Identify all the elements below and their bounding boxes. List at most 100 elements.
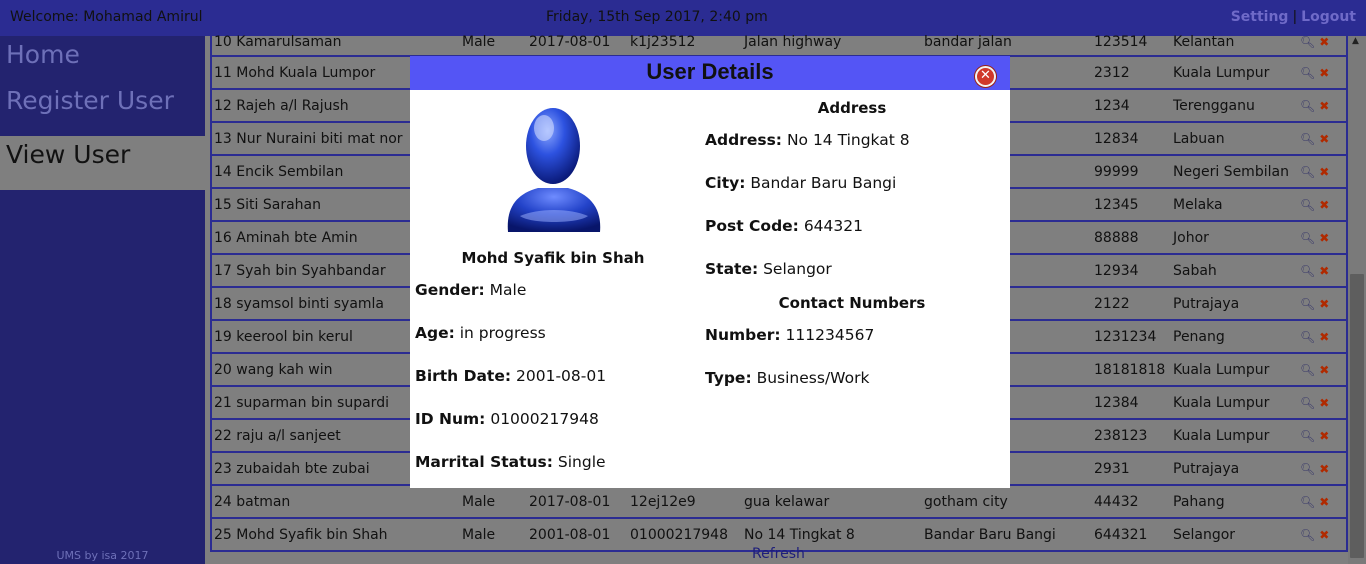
delete-icon[interactable]: ✖	[1319, 165, 1329, 179]
id-num-field: ID Num: 01000217948	[415, 410, 599, 428]
gender-label: Gender:	[415, 281, 485, 299]
row-actions: 🔍︎ ✖	[1300, 429, 1329, 443]
row-gender-cell: Male	[462, 34, 496, 50]
view-icon[interactable]: 🔍︎	[1300, 35, 1315, 49]
view-icon[interactable]: 🔍︎	[1300, 363, 1315, 377]
city-value: Bandar Baru Bangi	[750, 174, 897, 192]
scroll-up-icon[interactable]: ▲	[1352, 36, 1359, 46]
delete-icon[interactable]: ✖	[1319, 429, 1329, 443]
setting-link[interactable]: Setting	[1231, 9, 1289, 25]
row-birth-date-cell: 2001-08-01	[529, 527, 611, 543]
birth-date-label: Birth Date:	[415, 367, 512, 385]
row-state-cell: Kuala Lumpur	[1173, 428, 1270, 444]
row-name-cell: 20 wang kah win	[214, 362, 333, 378]
row-state-cell: Negeri Sembilan	[1173, 164, 1289, 180]
view-icon[interactable]: 🔍︎	[1300, 495, 1315, 509]
user-avatar-icon	[507, 108, 601, 232]
row-state-cell: Penang	[1173, 329, 1225, 345]
delete-icon[interactable]: ✖	[1319, 396, 1329, 410]
delete-icon[interactable]: ✖	[1319, 495, 1329, 509]
delete-icon[interactable]: ✖	[1319, 462, 1329, 476]
sidebar-item-home[interactable]: Home	[0, 36, 205, 82]
view-icon[interactable]: 🔍︎	[1300, 396, 1315, 410]
delete-icon[interactable]: ✖	[1319, 99, 1329, 113]
birth-date-field: Birth Date: 2001-08-01	[415, 367, 606, 385]
row-id-num-cell: k1j23512	[630, 34, 696, 50]
row-actions: 🔍︎ ✖	[1300, 396, 1329, 410]
row-state-cell: Sabah	[1173, 263, 1217, 279]
row-name-cell: 11 Mohd Kuala Lumpor	[214, 65, 376, 81]
scrollbar[interactable]: ▲	[1348, 36, 1366, 564]
view-icon[interactable]: 🔍︎	[1300, 231, 1315, 245]
view-icon[interactable]: 🔍︎	[1300, 297, 1315, 311]
refresh-link[interactable]: Refresh	[752, 546, 805, 562]
row-state-cell: Putrajaya	[1173, 296, 1240, 312]
view-icon[interactable]: 🔍︎	[1300, 462, 1315, 476]
type-label: Type:	[705, 369, 752, 387]
row-state-cell: Selangor	[1173, 527, 1236, 543]
state-field: State: Selangor	[705, 260, 832, 278]
delete-icon[interactable]: ✖	[1319, 198, 1329, 212]
view-icon[interactable]: 🔍︎	[1300, 429, 1315, 443]
row-name-cell: 25 Mohd Syafik bin Shah	[214, 527, 388, 543]
post-code-field: Post Code: 644321	[705, 217, 863, 235]
delete-icon[interactable]: ✖	[1319, 231, 1329, 245]
view-icon[interactable]: 🔍︎	[1300, 132, 1315, 146]
modal-header: User Details ✕	[410, 56, 1010, 90]
gender-value: Male	[489, 281, 527, 299]
post-code-label: Post Code:	[705, 217, 799, 235]
view-icon[interactable]: 🔍︎	[1300, 165, 1315, 179]
table-row: 24 batman Male 2017-08-01 12ej12e9 gua kelaw…	[210, 486, 1348, 519]
delete-icon[interactable]: ✖	[1319, 363, 1329, 377]
delete-icon[interactable]: ✖	[1319, 264, 1329, 278]
row-name-cell: 23 zubaidah bte zubai	[214, 461, 370, 477]
address-field: Address: No 14 Tingkat 8	[705, 131, 910, 149]
delete-icon[interactable]: ✖	[1319, 297, 1329, 311]
view-icon[interactable]: 🔍︎	[1300, 330, 1315, 344]
row-post-code-cell: 2312	[1094, 65, 1130, 81]
sidebar-item-register-user[interactable]: Register User	[0, 82, 205, 136]
row-post-code-cell: 12384	[1094, 395, 1139, 411]
datetime-text: Friday, 15th Sep 2017, 2:40 pm	[546, 9, 768, 25]
row-address-cell: No 14 Tingkat 8	[744, 527, 855, 543]
scrollbar-thumb[interactable]	[1350, 274, 1364, 558]
row-post-code-cell: 44432	[1094, 494, 1139, 510]
address-heading: Address	[817, 99, 887, 117]
marital-status-label: Marrital Status:	[415, 453, 553, 471]
age-value: in progress	[459, 324, 546, 342]
delete-icon[interactable]: ✖	[1319, 132, 1329, 146]
row-name-cell: 17 Syah bin Syahbandar	[214, 263, 386, 279]
row-actions: 🔍︎ ✖	[1300, 198, 1329, 212]
row-id-num-cell: 01000217948	[630, 527, 728, 543]
delete-icon[interactable]: ✖	[1319, 66, 1329, 80]
view-icon[interactable]: 🔍︎	[1300, 198, 1315, 212]
delete-icon[interactable]: ✖	[1319, 330, 1329, 344]
row-post-code-cell: 88888	[1094, 230, 1139, 246]
state-label: State:	[705, 260, 759, 278]
view-icon[interactable]: 🔍︎	[1300, 66, 1315, 80]
view-icon[interactable]: 🔍︎	[1300, 99, 1315, 113]
view-icon[interactable]: 🔍︎	[1300, 264, 1315, 278]
view-icon[interactable]: 🔍︎	[1300, 528, 1315, 542]
delete-icon[interactable]: ✖	[1319, 528, 1329, 542]
state-value: Selangor	[763, 260, 832, 278]
welcome-text: Welcome: Mohamad Amirul	[10, 9, 203, 25]
row-actions: 🔍︎ ✖	[1300, 132, 1329, 146]
row-post-code-cell: 12345	[1094, 197, 1139, 213]
age-label: Age:	[415, 324, 455, 342]
row-state-cell: Kuala Lumpur	[1173, 65, 1270, 81]
row-name-cell: 24 batman	[214, 494, 291, 510]
delete-icon[interactable]: ✖	[1319, 35, 1329, 49]
number-value: 111234567	[785, 326, 875, 344]
contact-numbers-heading: Contact Numbers	[778, 294, 926, 312]
row-gender-cell: Male	[462, 527, 496, 543]
logout-link[interactable]: Logout	[1301, 9, 1356, 25]
sidebar-footer: UMS by isa 2017	[56, 549, 149, 562]
row-post-code-cell: 1234	[1094, 98, 1130, 114]
sidebar-item-view-user[interactable]: View User	[0, 136, 205, 190]
row-name-cell: 12 Rajeh a/l Rajush	[214, 98, 349, 114]
close-icon[interactable]: ✕	[975, 66, 996, 87]
row-name-cell: 15 Siti Sarahan	[214, 197, 321, 213]
row-post-code-cell: 99999	[1094, 164, 1139, 180]
marital-status-value: Single	[557, 453, 606, 471]
